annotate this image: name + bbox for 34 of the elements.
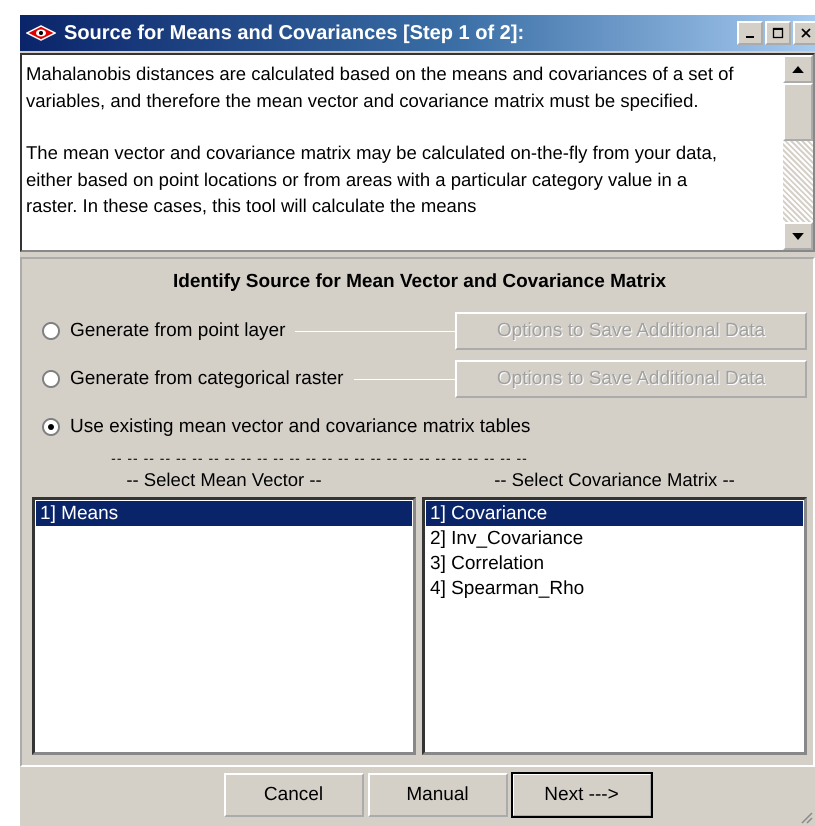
radio-label[interactable]: Generate from categorical raster xyxy=(70,368,354,390)
list-item[interactable]: 4] Spearman_Rho xyxy=(426,576,803,601)
list-item[interactable]: 1] Covariance xyxy=(426,501,803,526)
scroll-up-button[interactable] xyxy=(783,55,813,83)
dialog-button[interactable]: Next ---> xyxy=(512,773,652,817)
list-item[interactable]: 2] Inv_Covariance xyxy=(426,526,803,551)
resize-grip-icon xyxy=(799,810,813,824)
description-paragraph: Mahalanobis distances are calculated based on the means and covariances of a set of variables, and therefore the mean vector and covariance matrix must be specified. xyxy=(26,62,735,113)
scrollbar-thumb[interactable] xyxy=(783,83,813,141)
maximize-button[interactable] xyxy=(765,21,791,45)
eye-icon xyxy=(26,25,56,41)
list-item[interactable]: 3] Correlation xyxy=(426,551,803,576)
radio-label[interactable]: Generate from point layer xyxy=(70,320,296,342)
list-heading: -- Select Covariance Matrix -- xyxy=(493,468,736,492)
radio-label[interactable]: Use existing mean vector and covariance matrix tables xyxy=(70,416,540,438)
minimize-button[interactable] xyxy=(737,21,763,45)
radio-button[interactable] xyxy=(42,322,60,340)
minimize-icon xyxy=(746,36,754,38)
scroll-down-button[interactable] xyxy=(783,222,813,250)
close-button[interactable] xyxy=(793,21,815,45)
down-arrow-icon xyxy=(792,232,804,240)
window-title: Source for Means and Covariances [Step 1 of 2]: xyxy=(64,22,526,44)
list-item[interactable]: 1] Means xyxy=(36,501,412,526)
radio-button[interactable] xyxy=(42,418,60,436)
panel-heading: Identify Source for Mean Vector and Covariance Matrix xyxy=(172,270,668,294)
radio-button[interactable] xyxy=(42,370,60,388)
dialog-button[interactable]: Cancel xyxy=(224,773,364,817)
up-arrow-icon xyxy=(792,66,804,72)
description-paragraph: The mean vector and covariance matrix may be calculated on-the-fly from your data, either based on point locations or from areas with a particular category value in a raster. In these cases, this tool will calculate the means xyxy=(26,141,718,218)
dialog-button[interactable]: Manual xyxy=(368,773,508,817)
list-heading: -- Select Mean Vector -- xyxy=(125,468,323,492)
close-icon xyxy=(800,27,812,39)
dashed-separator: -- -- -- -- -- -- -- -- -- -- -- -- -- -- -- -- -- -- -- -- -- -- -- -- -- -- xyxy=(110,451,529,465)
maximize-icon xyxy=(772,27,784,39)
